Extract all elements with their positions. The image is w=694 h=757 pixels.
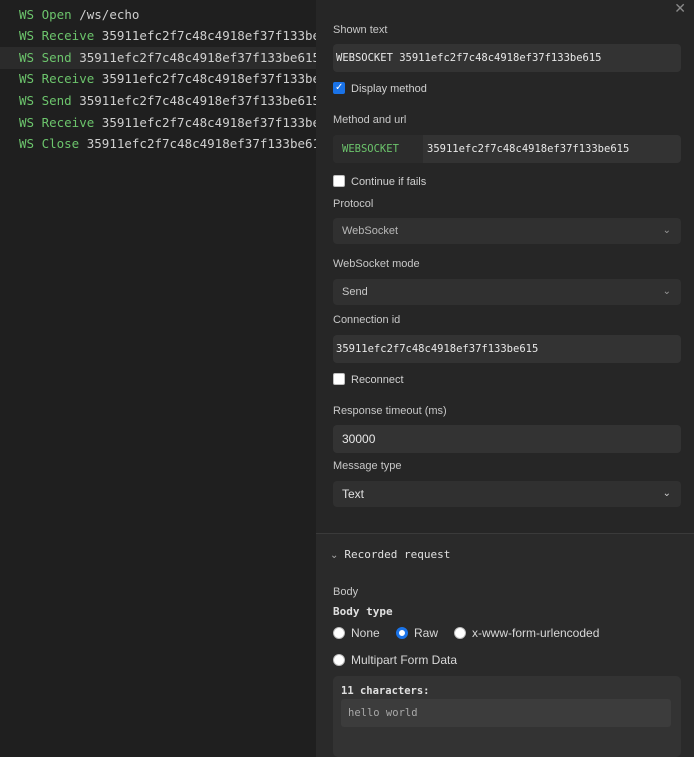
radio-unchecked-icon[interactable] bbox=[333, 626, 345, 639]
websocket-mode-select[interactable]: Send ⌄ bbox=[333, 279, 681, 305]
step-argument: 35911efc2f7c48c4918ef37f133be615 bbox=[79, 93, 316, 108]
radio-raw-label: Raw bbox=[414, 626, 439, 640]
connection-id-input[interactable]: 35911efc2f7c48c4918ef37f133be615 bbox=[333, 335, 681, 363]
radio-multipart[interactable]: Multipart Form Data bbox=[333, 652, 457, 668]
step-item[interactable]: WS Close 35911efc2f7c48c4918ef37f133be61… bbox=[0, 133, 316, 155]
step-keyword: WS Receive bbox=[19, 28, 95, 43]
reconnect-checkbox[interactable]: Reconnect bbox=[333, 372, 404, 388]
method-url-field: WEBSOCKET 35911efc2f7c48c4918ef37f133be61… bbox=[333, 135, 681, 163]
continue-if-fails-label: Continue if fails bbox=[351, 176, 427, 188]
step-item[interactable]: WS Open /ws/echo bbox=[0, 4, 316, 26]
body-type-label: Body type bbox=[333, 605, 393, 618]
checkbox-unchecked-icon[interactable] bbox=[333, 373, 345, 386]
checkbox-unchecked-icon[interactable] bbox=[333, 175, 345, 188]
chevron-down-icon: ⌄ bbox=[662, 488, 671, 499]
method-select[interactable]: WEBSOCKET bbox=[333, 135, 423, 163]
step-keyword: WS Receive bbox=[19, 115, 95, 130]
step-item[interactable]: WS Receive 35911efc2f7c48c4918ef37f133be… bbox=[0, 25, 316, 47]
recorded-request-title: Recorded request bbox=[344, 548, 451, 561]
chevron-down-icon: ⌄ bbox=[662, 225, 671, 236]
step-keyword: WS Send bbox=[19, 50, 72, 65]
step-item[interactable]: WS Send 35911efc2f7c48c4918ef37f133be615 bbox=[0, 90, 316, 112]
step-item[interactable]: WS Receive 35911efc2f7c48c4918ef37f133be… bbox=[0, 112, 316, 134]
url-input[interactable]: 35911efc2f7c48c4918ef37f133be615 bbox=[423, 135, 629, 163]
display-method-label: Display method bbox=[351, 83, 427, 95]
response-timeout-label: Response timeout (ms) bbox=[333, 405, 447, 417]
chevron-down-icon: ⌄ bbox=[662, 286, 671, 297]
body-textarea[interactable]: hello world bbox=[341, 699, 671, 727]
step-argument: 35911efc2f7c48c4918ef37f133be615 bbox=[101, 115, 316, 130]
radio-unchecked-icon[interactable] bbox=[454, 626, 466, 639]
continue-if-fails-checkbox[interactable]: Continue if fails bbox=[333, 174, 426, 190]
radio-raw[interactable]: Raw bbox=[396, 625, 438, 641]
step-argument: /ws/echo bbox=[79, 7, 140, 22]
character-count: 11 characters: bbox=[341, 685, 430, 697]
step-argument: 35911efc2f7c48c4918ef37f133be615 bbox=[79, 50, 316, 65]
method-url-label: Method and url bbox=[333, 114, 407, 126]
step-keyword: WS Open bbox=[19, 7, 72, 22]
display-method-checkbox[interactable]: Display method bbox=[333, 80, 427, 97]
radio-multipart-label: Multipart Form Data bbox=[351, 653, 458, 667]
shown-text-input[interactable]: WEBSOCKET 35911efc2f7c48c4918ef37f133be6… bbox=[333, 44, 681, 72]
chevron-down-icon: ⌄ bbox=[330, 550, 339, 561]
step-editor-panel: ✕ Shown text WEBSOCKET 35911efc2f7c48c49… bbox=[316, 0, 694, 757]
response-timeout-input[interactable]: 30000 bbox=[333, 425, 681, 453]
step-keyword: WS Receive bbox=[19, 71, 95, 86]
connection-id-label: Connection id bbox=[333, 314, 401, 326]
radio-form-urlencoded-label: x-www-form-urlencoded bbox=[472, 626, 600, 640]
message-type-select[interactable]: Text ⌄ bbox=[333, 481, 681, 507]
radio-form-urlencoded[interactable]: x-www-form-urlencoded bbox=[454, 625, 599, 641]
recorded-request-toggle[interactable]: ⌄ Recorded request bbox=[330, 548, 450, 561]
radio-checked-icon[interactable] bbox=[396, 626, 408, 639]
radio-none[interactable]: None bbox=[333, 625, 380, 641]
radio-none-label: None bbox=[351, 626, 380, 640]
checkbox-checked-icon[interactable] bbox=[333, 80, 345, 96]
protocol-select[interactable]: WebSocket ⌄ bbox=[333, 218, 681, 244]
recorded-request-section: ⌄ Recorded request Body Body type None Ra… bbox=[316, 534, 694, 757]
websocket-mode-value: Send bbox=[342, 286, 368, 298]
step-argument: 35911efc2f7c48c4918ef37f133be615 bbox=[101, 28, 316, 43]
websocket-mode-label: WebSocket mode bbox=[333, 258, 420, 270]
reconnect-label: Reconnect bbox=[351, 374, 404, 386]
step-keyword: WS Close bbox=[19, 136, 80, 151]
step-item[interactable]: WS Receive 35911efc2f7c48c4918ef37f133be… bbox=[0, 68, 316, 90]
shown-text-label: Shown text bbox=[333, 24, 388, 36]
body-editor: 11 characters: hello world bbox=[333, 676, 681, 757]
protocol-label: Protocol bbox=[333, 198, 374, 210]
step-item-selected[interactable]: WS Send 35911efc2f7c48c4918ef37f133be615 bbox=[0, 47, 316, 69]
step-list: WS Open /ws/echo WS Receive 35911efc2f7c… bbox=[0, 0, 316, 757]
step-argument: 35911efc2f7c48c4918ef37f133be615 bbox=[101, 71, 316, 86]
step-argument: 35911efc2f7c48c4918ef37f133be615 bbox=[86, 136, 316, 151]
body-label: Body bbox=[333, 586, 359, 598]
close-icon[interactable]: ✕ bbox=[674, 0, 686, 17]
message-type-value: Text bbox=[342, 487, 365, 501]
radio-unchecked-icon[interactable] bbox=[333, 653, 345, 666]
protocol-value: WebSocket bbox=[342, 225, 399, 237]
step-keyword: WS Send bbox=[19, 93, 72, 108]
message-type-label: Message type bbox=[333, 460, 402, 472]
